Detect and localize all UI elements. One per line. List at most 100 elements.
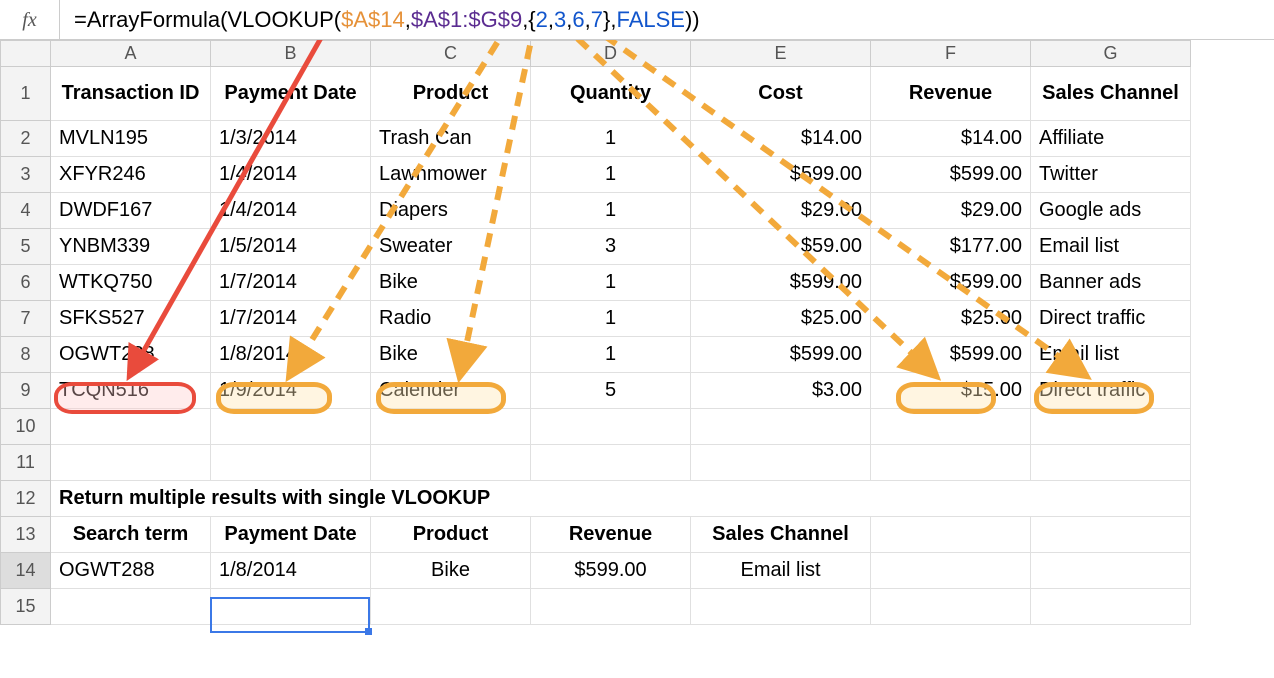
cell-F13[interactable] — [871, 517, 1031, 553]
cell-C2[interactable]: Trash Can — [371, 121, 531, 157]
cell-A1[interactable]: Transaction ID — [51, 67, 211, 121]
cell-E4[interactable]: $29.00 — [691, 193, 871, 229]
cell-D14[interactable]: $599.00 — [531, 553, 691, 589]
cell-D10[interactable] — [531, 409, 691, 445]
cell-C13[interactable]: Product — [371, 517, 531, 553]
row-header-7[interactable]: 7 — [1, 301, 51, 337]
row-header-3[interactable]: 3 — [1, 157, 51, 193]
cell-E1[interactable]: Cost — [691, 67, 871, 121]
select-all-corner[interactable] — [1, 41, 51, 67]
cell-D3[interactable]: 1 — [531, 157, 691, 193]
cell-F6[interactable]: $599.00 — [871, 265, 1031, 301]
cell-B5[interactable]: 1/5/2014 — [211, 229, 371, 265]
cell-C8[interactable]: Bike — [371, 337, 531, 373]
cell-C1[interactable]: Product — [371, 67, 531, 121]
cell-E9[interactable]: $3.00 — [691, 373, 871, 409]
cell-E2[interactable]: $14.00 — [691, 121, 871, 157]
cell-E3[interactable]: $599.00 — [691, 157, 871, 193]
cell-G5[interactable]: Email list — [1031, 229, 1191, 265]
cell-G3[interactable]: Twitter — [1031, 157, 1191, 193]
row-header-13[interactable]: 13 — [1, 517, 51, 553]
cell-D1[interactable]: Quantity — [531, 67, 691, 121]
cell-B15[interactable] — [211, 589, 371, 625]
cell-C15[interactable] — [371, 589, 531, 625]
cell-F15[interactable] — [871, 589, 1031, 625]
col-header-D[interactable]: D — [531, 41, 691, 67]
cell-C3[interactable]: Lawnmower — [371, 157, 531, 193]
cell-E13[interactable]: Sales Channel — [691, 517, 871, 553]
cell-A9[interactable]: TCQN516 — [51, 373, 211, 409]
cell-B11[interactable] — [211, 445, 371, 481]
cell-A5[interactable]: YNBM339 — [51, 229, 211, 265]
cell-A4[interactable]: DWDF167 — [51, 193, 211, 229]
cell-G7[interactable]: Direct traffic — [1031, 301, 1191, 337]
cell-C11[interactable] — [371, 445, 531, 481]
cell-C7[interactable]: Radio — [371, 301, 531, 337]
cell-B4[interactable]: 1/4/2014 — [211, 193, 371, 229]
cell-F3[interactable]: $599.00 — [871, 157, 1031, 193]
cell-D11[interactable] — [531, 445, 691, 481]
cell-G10[interactable] — [1031, 409, 1191, 445]
cell-C10[interactable] — [371, 409, 531, 445]
cell-A10[interactable] — [51, 409, 211, 445]
cell-A8[interactable]: OGWT288 — [51, 337, 211, 373]
cell-G9[interactable]: Direct traffic — [1031, 373, 1191, 409]
row-header-6[interactable]: 6 — [1, 265, 51, 301]
cell-F5[interactable]: $177.00 — [871, 229, 1031, 265]
cell-F10[interactable] — [871, 409, 1031, 445]
cell-B3[interactable]: 1/4/2014 — [211, 157, 371, 193]
col-header-C[interactable]: C — [371, 41, 531, 67]
cell-D6[interactable]: 1 — [531, 265, 691, 301]
row-header-4[interactable]: 4 — [1, 193, 51, 229]
cell-D15[interactable] — [531, 589, 691, 625]
cell-G4[interactable]: Google ads — [1031, 193, 1191, 229]
cell-D4[interactable]: 1 — [531, 193, 691, 229]
col-header-F[interactable]: F — [871, 41, 1031, 67]
cell-F4[interactable]: $29.00 — [871, 193, 1031, 229]
cell-A13[interactable]: Search term — [51, 517, 211, 553]
cell-A6[interactable]: WTKQ750 — [51, 265, 211, 301]
cell-C4[interactable]: Diapers — [371, 193, 531, 229]
row-header-15[interactable]: 15 — [1, 589, 51, 625]
cell-D5[interactable]: 3 — [531, 229, 691, 265]
cell-F14[interactable] — [871, 553, 1031, 589]
cell-B13[interactable]: Payment Date — [211, 517, 371, 553]
formula-input[interactable]: =ArrayFormula(VLOOKUP($A$14,$A$1:$G$9,{2… — [60, 7, 1274, 33]
cell-F8[interactable]: $599.00 — [871, 337, 1031, 373]
cell-D7[interactable]: 1 — [531, 301, 691, 337]
row-header-1[interactable]: 1 — [1, 67, 51, 121]
col-header-G[interactable]: G — [1031, 41, 1191, 67]
cell-E6[interactable]: $599.00 — [691, 265, 871, 301]
cell-F7[interactable]: $25.00 — [871, 301, 1031, 337]
col-header-B[interactable]: B — [211, 41, 371, 67]
cell-A14[interactable]: OGWT288 — [51, 553, 211, 589]
cell-B1[interactable]: Payment Date — [211, 67, 371, 121]
cell-B14[interactable]: 1/8/2014 — [211, 553, 371, 589]
cell-B8[interactable]: 1/8/2014 — [211, 337, 371, 373]
cell-A2[interactable]: MVLN195 — [51, 121, 211, 157]
cell-C14[interactable]: Bike — [371, 553, 531, 589]
cell-A11[interactable] — [51, 445, 211, 481]
cell-D8[interactable]: 1 — [531, 337, 691, 373]
cell-F11[interactable] — [871, 445, 1031, 481]
cell-E5[interactable]: $59.00 — [691, 229, 871, 265]
cell-A7[interactable]: SFKS527 — [51, 301, 211, 337]
cell-B6[interactable]: 1/7/2014 — [211, 265, 371, 301]
cell-C9[interactable]: Calender — [371, 373, 531, 409]
spreadsheet-grid[interactable]: A B C D E F G 1 Transaction ID Payment D… — [0, 40, 1274, 625]
cell-G6[interactable]: Banner ads — [1031, 265, 1191, 301]
cell-E8[interactable]: $599.00 — [691, 337, 871, 373]
cell-F1[interactable]: Revenue — [871, 67, 1031, 121]
row-header-14[interactable]: 14 — [1, 553, 51, 589]
cell-C5[interactable]: Sweater — [371, 229, 531, 265]
col-header-E[interactable]: E — [691, 41, 871, 67]
cell-C6[interactable]: Bike — [371, 265, 531, 301]
cell-B9[interactable]: 1/9/2014 — [211, 373, 371, 409]
cell-B10[interactable] — [211, 409, 371, 445]
cell-G14[interactable] — [1031, 553, 1191, 589]
col-header-A[interactable]: A — [51, 41, 211, 67]
fill-handle[interactable] — [365, 628, 372, 635]
cell-B2[interactable]: 1/3/2014 — [211, 121, 371, 157]
cell-E10[interactable] — [691, 409, 871, 445]
cell-F2[interactable]: $14.00 — [871, 121, 1031, 157]
